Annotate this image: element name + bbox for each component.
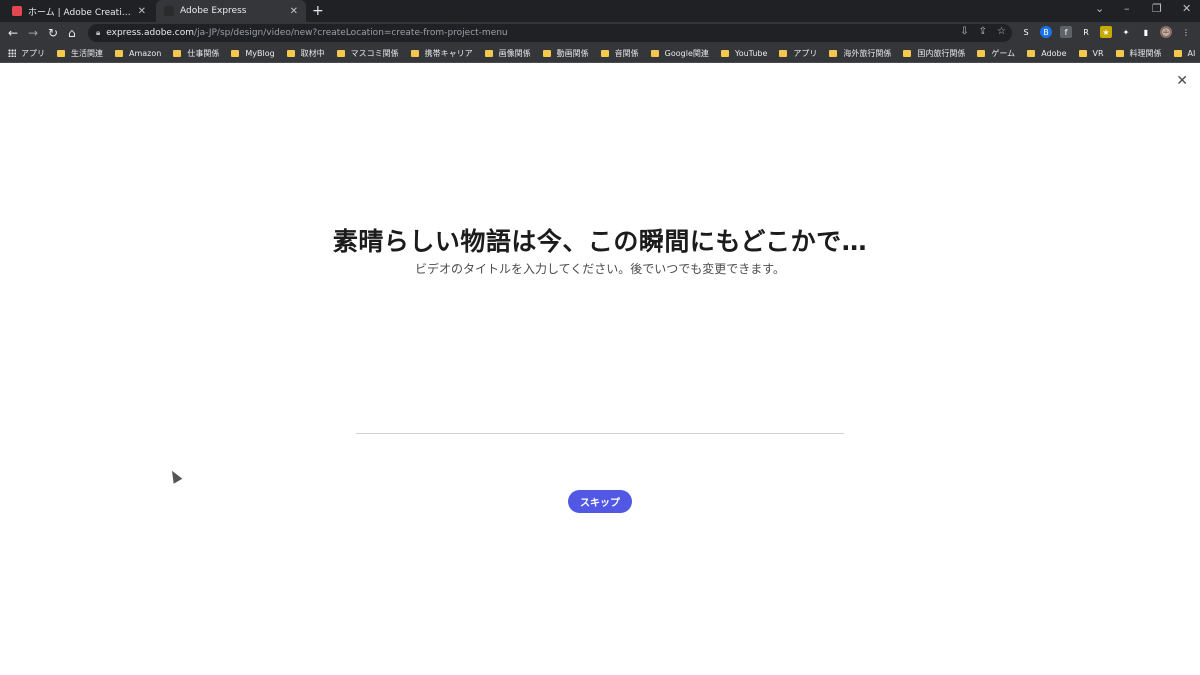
- restore-icon[interactable]: ❐: [1152, 2, 1162, 15]
- folder-icon: [173, 49, 182, 57]
- minimize-icon[interactable]: –: [1124, 2, 1130, 15]
- folder-icon: [336, 49, 345, 57]
- extensions-puzzle-icon[interactable]: ✦: [1120, 26, 1132, 38]
- bookmark-folder[interactable]: 国内旅行関係: [903, 48, 965, 59]
- tab-creative-cloud[interactable]: ホーム | Adobe Creative Cloud ✕: [4, 0, 154, 22]
- bookmark-folder[interactable]: Google関連: [650, 48, 709, 59]
- folder-icon: [903, 49, 912, 57]
- tab-close-icon[interactable]: ✕: [290, 6, 298, 17]
- folder-icon: [115, 49, 123, 57]
- bookmarks-bar: アプリ 生活関連 Amazon 仕事関係 MyBlog 取材中 マスコミ関係 携…: [0, 44, 1200, 63]
- url-host: express.adobe.com: [106, 28, 195, 38]
- bookmark-folder[interactable]: 生活関連: [57, 48, 103, 59]
- folder-icon: [57, 49, 65, 57]
- extension-f-icon[interactable]: f: [1060, 26, 1072, 38]
- folder-icon: [286, 49, 295, 57]
- page-subtitle: ビデオのタイトルを入力してください。後でいつでも変更できます。: [414, 262, 786, 276]
- folder-icon: [410, 49, 419, 57]
- extension-s-icon[interactable]: S: [1020, 26, 1032, 38]
- profile-avatar-icon[interactable]: ☺: [1160, 26, 1172, 38]
- bookmark-folder[interactable]: 仕事関係: [173, 48, 219, 59]
- bookmark-folder[interactable]: YouTube: [720, 49, 767, 58]
- bookmark-folder[interactable]: Amazon: [115, 49, 161, 58]
- tab-strip: ホーム | Adobe Creative Cloud ✕ Adobe Expre…: [0, 0, 1200, 22]
- folder-icon: [1173, 49, 1182, 57]
- mouse-pointer-icon: [167, 468, 183, 484]
- browser-menu-icon[interactable]: ⋮: [1180, 26, 1192, 38]
- extension-b-icon[interactable]: B: [1040, 26, 1052, 38]
- apps-grid-icon: [8, 49, 16, 57]
- extension-r-icon[interactable]: R: [1080, 26, 1092, 38]
- bookmark-folder[interactable]: AI: [1173, 49, 1195, 58]
- folder-icon: [542, 49, 551, 57]
- star-icon[interactable]: ☆: [997, 26, 1006, 37]
- reload-icon[interactable]: ↻: [48, 25, 58, 41]
- bookmark-folder[interactable]: ゲーム: [977, 48, 1015, 59]
- tab-search-chevron-icon[interactable]: ⌄: [1095, 2, 1104, 15]
- bookmark-folder[interactable]: VR: [1078, 49, 1104, 58]
- window-close-icon[interactable]: ✕: [1182, 2, 1191, 15]
- video-title-input[interactable]: [356, 404, 844, 434]
- folder-icon: [1078, 49, 1087, 57]
- page-headline: 素晴らしい物語は今、この瞬間にもどこかで…: [332, 227, 868, 256]
- url-path: /ja-JP/sp/design/video/new?createLocatio…: [194, 28, 508, 38]
- folder-icon: [779, 49, 788, 57]
- bookmark-folder[interactable]: 海外旅行関係: [829, 48, 891, 59]
- creative-cloud-favicon-icon: [12, 6, 22, 16]
- folder-icon: [650, 49, 659, 57]
- folder-icon: [829, 49, 838, 57]
- browser-toolbar: ← → ↻ ⌂ 🔒︎ express.adobe.com /ja-JP/sp/d…: [0, 22, 1200, 44]
- tab-close-icon[interactable]: ✕: [138, 6, 146, 17]
- bookmark-folder[interactable]: 料理関係: [1115, 48, 1162, 59]
- bookmark-apps[interactable]: アプリ: [8, 48, 45, 59]
- bookmark-folder[interactable]: 携帯キャリア: [410, 48, 473, 59]
- bookmark-folder[interactable]: マスコミ関係: [336, 48, 399, 59]
- back-arrow-icon[interactable]: ←: [8, 25, 18, 41]
- extension-note-icon[interactable]: ★: [1100, 26, 1112, 38]
- folder-icon: [720, 49, 729, 57]
- address-bar[interactable]: 🔒︎ express.adobe.com /ja-JP/sp/design/vi…: [88, 24, 1012, 42]
- lock-icon: 🔒︎: [96, 28, 101, 37]
- side-panel-icon[interactable]: ▮: [1140, 26, 1152, 38]
- forward-arrow-icon[interactable]: →: [28, 25, 38, 41]
- express-title-page: ✕ 素晴らしい物語は今、この瞬間にもどこかで… ビデオのタイトルを入力してくださ…: [0, 64, 1200, 675]
- install-icon[interactable]: ⇩: [960, 26, 968, 37]
- adobe-express-favicon-icon: [164, 6, 174, 16]
- new-tab-plus-icon[interactable]: +: [312, 3, 324, 19]
- folder-icon: [600, 49, 609, 57]
- bookmark-folder[interactable]: 画像関係: [484, 48, 531, 59]
- bookmark-folder[interactable]: Adobe: [1027, 49, 1067, 58]
- bookmark-folder[interactable]: 音関係: [600, 48, 639, 59]
- folder-icon: [1027, 49, 1036, 57]
- skip-button[interactable]: スキップ: [568, 490, 632, 513]
- close-icon[interactable]: ✕: [1176, 74, 1188, 88]
- home-icon[interactable]: ⌂: [68, 25, 76, 41]
- share-icon[interactable]: ⇪: [979, 26, 987, 37]
- bookmark-folder[interactable]: MyBlog: [231, 49, 275, 58]
- folder-icon: [977, 49, 986, 57]
- tab-title: Adobe Express: [180, 6, 247, 16]
- folder-icon: [484, 49, 493, 57]
- bookmark-folder[interactable]: 取材中: [286, 48, 325, 59]
- bookmark-folder[interactable]: 動画関係: [542, 48, 589, 59]
- tab-title: ホーム | Adobe Creative Cloud: [28, 7, 134, 18]
- folder-icon: [1115, 49, 1124, 57]
- folder-icon: [231, 49, 240, 57]
- tab-adobe-express[interactable]: Adobe Express ✕: [156, 0, 306, 22]
- bookmark-folder[interactable]: アプリ: [779, 48, 817, 59]
